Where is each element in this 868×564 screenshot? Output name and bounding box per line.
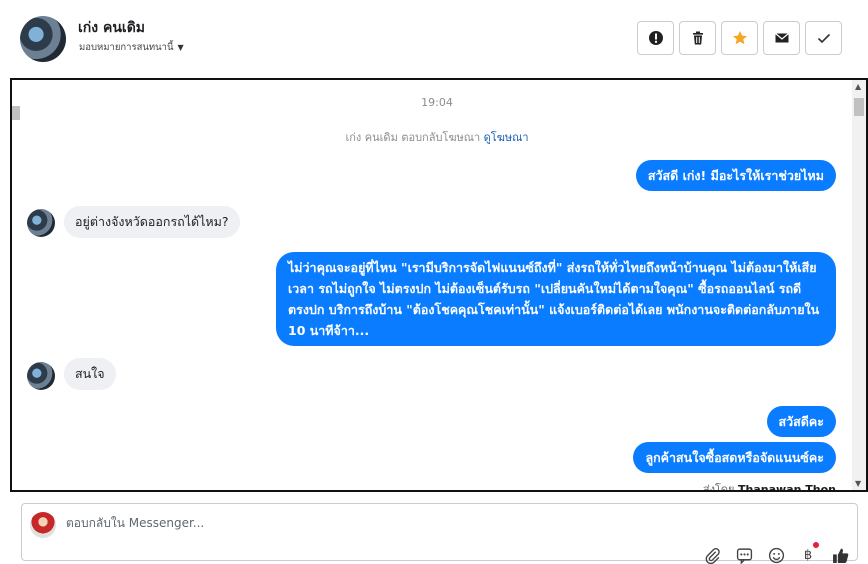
payment-button[interactable]: ฿ <box>799 542 819 564</box>
star-button[interactable] <box>721 21 758 55</box>
message-outgoing: สวัสดีคะ <box>766 406 836 437</box>
contact-avatar[interactable] <box>20 16 66 62</box>
sent-by-prefix: ส่งโดย <box>702 483 735 492</box>
mark-unread-button[interactable] <box>763 21 800 55</box>
scroll-up-icon[interactable]: ▲ <box>855 82 861 91</box>
composer-tools: ฿ <box>703 542 849 564</box>
message-outgoing: ไม่ว่าคุณจะอยู่ที่ไหน "เรามีบริการจัดไฟแ… <box>276 252 836 346</box>
mail-icon <box>774 33 789 43</box>
page-avatar <box>30 512 56 538</box>
like-button[interactable] <box>831 546 849 564</box>
view-ad-link[interactable]: ดูโฆษณา <box>484 131 529 144</box>
assign-label: มอบหมายการสนทนานี้ <box>79 42 174 53</box>
ad-reply-note: เก่ง คนเดิม ตอบกลับโฆษณา ดูโฆษณา <box>12 128 862 146</box>
message-incoming: อยู่ต่างจังหวัดออกรถได้ไหม? <box>64 206 240 238</box>
delete-button[interactable] <box>679 21 716 55</box>
message-thread[interactable]: 19:04 เก่ง คนเดิม ตอบกลับโฆษณา ดูโฆษณา ส… <box>10 78 868 492</box>
action-toolbar <box>637 21 842 55</box>
scrollbar-thumb[interactable] <box>854 98 864 116</box>
assign-conversation-dropdown[interactable]: มอบหมายการสนทนานี้ ▼ <box>79 40 184 55</box>
mark-done-button[interactable] <box>805 21 842 55</box>
saved-replies-button[interactable] <box>735 546 753 564</box>
thread-scrollbar[interactable]: ▲ ▼ <box>852 80 866 490</box>
contact-avatar-small <box>27 209 55 237</box>
mark-spam-button[interactable] <box>637 21 674 55</box>
check-icon <box>817 33 830 44</box>
sent-by-label: ส่งโดย Thanawan Thon <box>702 480 836 492</box>
contact-name[interactable]: เก่ง คนเดิม <box>78 17 145 39</box>
contact-avatar-small <box>27 362 55 390</box>
reply-composer: ฿ <box>21 503 858 564</box>
message-outgoing: สวัสดี เก่ง! มีอะไรให้เราช่วยไหม <box>635 160 836 191</box>
star-icon <box>732 31 747 45</box>
ad-reply-text: เก่ง คนเดิม ตอบกลับโฆษณา <box>345 131 481 144</box>
attachment-button[interactable] <box>703 546 721 564</box>
notification-dot <box>813 542 819 548</box>
emoji-button[interactable] <box>767 546 785 564</box>
trash-icon <box>692 31 703 45</box>
sent-by-name: Thanawan Thon <box>738 483 836 492</box>
conversation-header: เก่ง คนเดิม มอบหมายการสนทนานี้ ▼ <box>0 0 868 78</box>
message-timestamp: 19:04 <box>421 96 453 109</box>
scroll-down-icon[interactable]: ▼ <box>855 479 861 488</box>
message-outgoing: ลูกค้าสนใจซื้อสดหรือจัดแนนซ์คะ <box>633 442 836 473</box>
reply-input[interactable] <box>66 516 666 530</box>
message-incoming: สนใจ <box>64 358 116 390</box>
alert-icon <box>648 31 663 45</box>
payment-icon: ฿ <box>803 547 813 563</box>
caret-down-icon: ▼ <box>177 43 184 52</box>
